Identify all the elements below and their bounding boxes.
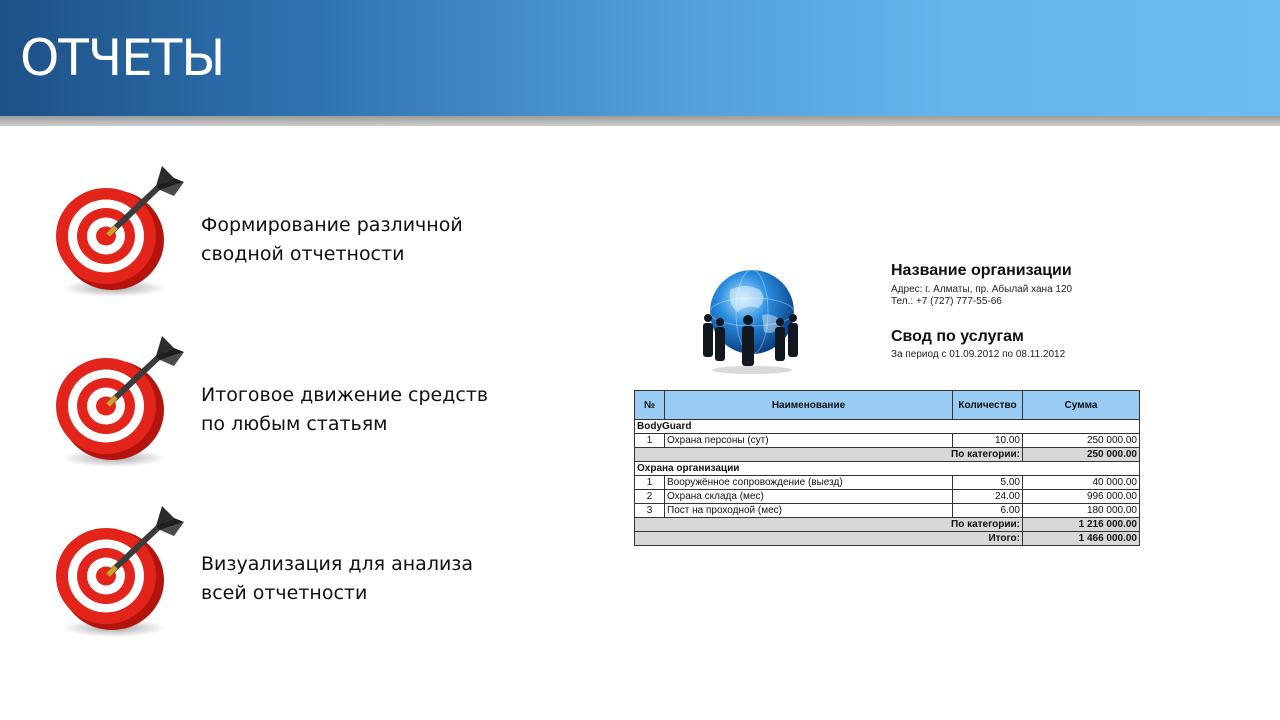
subtotal-row: По категории: 250 000.00 (634, 447, 1140, 462)
row-name: Охрана склада (мес) (664, 489, 953, 504)
subtotal-label: По категории: (634, 517, 1023, 532)
row-name: Охрана персоны (сут) (664, 433, 953, 448)
org-phone: Тел.: +7 (727) 777-55-66 (891, 296, 1002, 307)
report-table: № Наименование Количество Сумма BodyGuar… (634, 390, 1140, 546)
row-number: 1 (634, 433, 665, 448)
table-row: 2 Охрана склада (мес) 24.00 996 000.00 (634, 489, 1140, 504)
report-title: Свод по услугам (891, 328, 1024, 345)
column-header: Сумма (1022, 390, 1140, 420)
target-dart-icon (52, 336, 192, 476)
category-name: BodyGuard (634, 419, 1140, 434)
category-row: BodyGuard (634, 419, 1140, 434)
row-sum: 180 000.00 (1022, 503, 1140, 518)
row-name: Вооружённое сопровождение (выезд) (664, 475, 953, 490)
report-period: За период с 01.09.2012 по 08.11.2012 (891, 349, 1066, 360)
row-sum: 250 000.00 (1022, 433, 1140, 448)
feature-line: по любым статьям (201, 413, 388, 435)
row-qty: 6.00 (952, 503, 1023, 518)
column-header: Количество (952, 390, 1023, 420)
globe-business-logo (703, 269, 798, 374)
row-number: 1 (634, 475, 665, 490)
total-value: 1 466 000.00 (1022, 531, 1140, 546)
column-header: Наименование (664, 390, 953, 420)
total-row: Итого: 1 466 000.00 (634, 531, 1140, 546)
org-name: Название организации (891, 262, 1072, 279)
target-dart-icon (52, 166, 192, 306)
table-row: 1 Вооружённое сопровождение (выезд) 5.00… (634, 475, 1140, 490)
table-row: 1 Охрана персоны (сут) 10.00 250 000.00 (634, 433, 1140, 448)
row-qty: 10.00 (952, 433, 1023, 448)
feature-line: Формирование различной (201, 214, 463, 236)
feature-item: Итоговое движение средств по любым стать… (201, 381, 488, 439)
row-number: 2 (634, 489, 665, 504)
feature-item: Формирование различной сводной отчетност… (201, 211, 463, 269)
row-number: 3 (634, 503, 665, 518)
row-qty: 5.00 (952, 475, 1023, 490)
row-qty: 24.00 (952, 489, 1023, 504)
subtotal-value: 1 216 000.00 (1022, 517, 1140, 532)
target-dart-icon (52, 506, 192, 646)
subtotal-label: По категории: (634, 447, 1023, 462)
subtotal-row: По категории: 1 216 000.00 (634, 517, 1140, 532)
feature-line: Итоговое движение средств (201, 384, 489, 406)
row-sum: 996 000.00 (1022, 489, 1140, 504)
row-sum: 40 000.00 (1022, 475, 1140, 490)
slide-header: ОТЧЕТЫ (0, 0, 1280, 116)
category-name: Охрана организации (634, 461, 1140, 476)
row-name: Пост на проходной (мес) (664, 503, 953, 518)
feature-line: всей отчетности (201, 582, 368, 604)
table-header-row: № Наименование Количество Сумма (634, 390, 1140, 420)
subtotal-value: 250 000.00 (1022, 447, 1140, 462)
total-label: Итого: (634, 531, 1023, 546)
table-row: 3 Пост на проходной (мес) 6.00 180 000.0… (634, 503, 1140, 518)
column-header: № (634, 390, 665, 420)
header-divider (0, 116, 1280, 126)
org-address: Адрес: г. Алматы, пр. Абылай хана 120 (891, 284, 1073, 295)
category-row: Охрана организации (634, 461, 1140, 476)
slide-title: ОТЧЕТЫ (20, 29, 225, 87)
feature-line: сводной отчетности (201, 243, 405, 265)
feature-item: Визуализация для анализа всей отчетности (201, 550, 473, 608)
feature-line: Визуализация для анализа (201, 553, 474, 575)
